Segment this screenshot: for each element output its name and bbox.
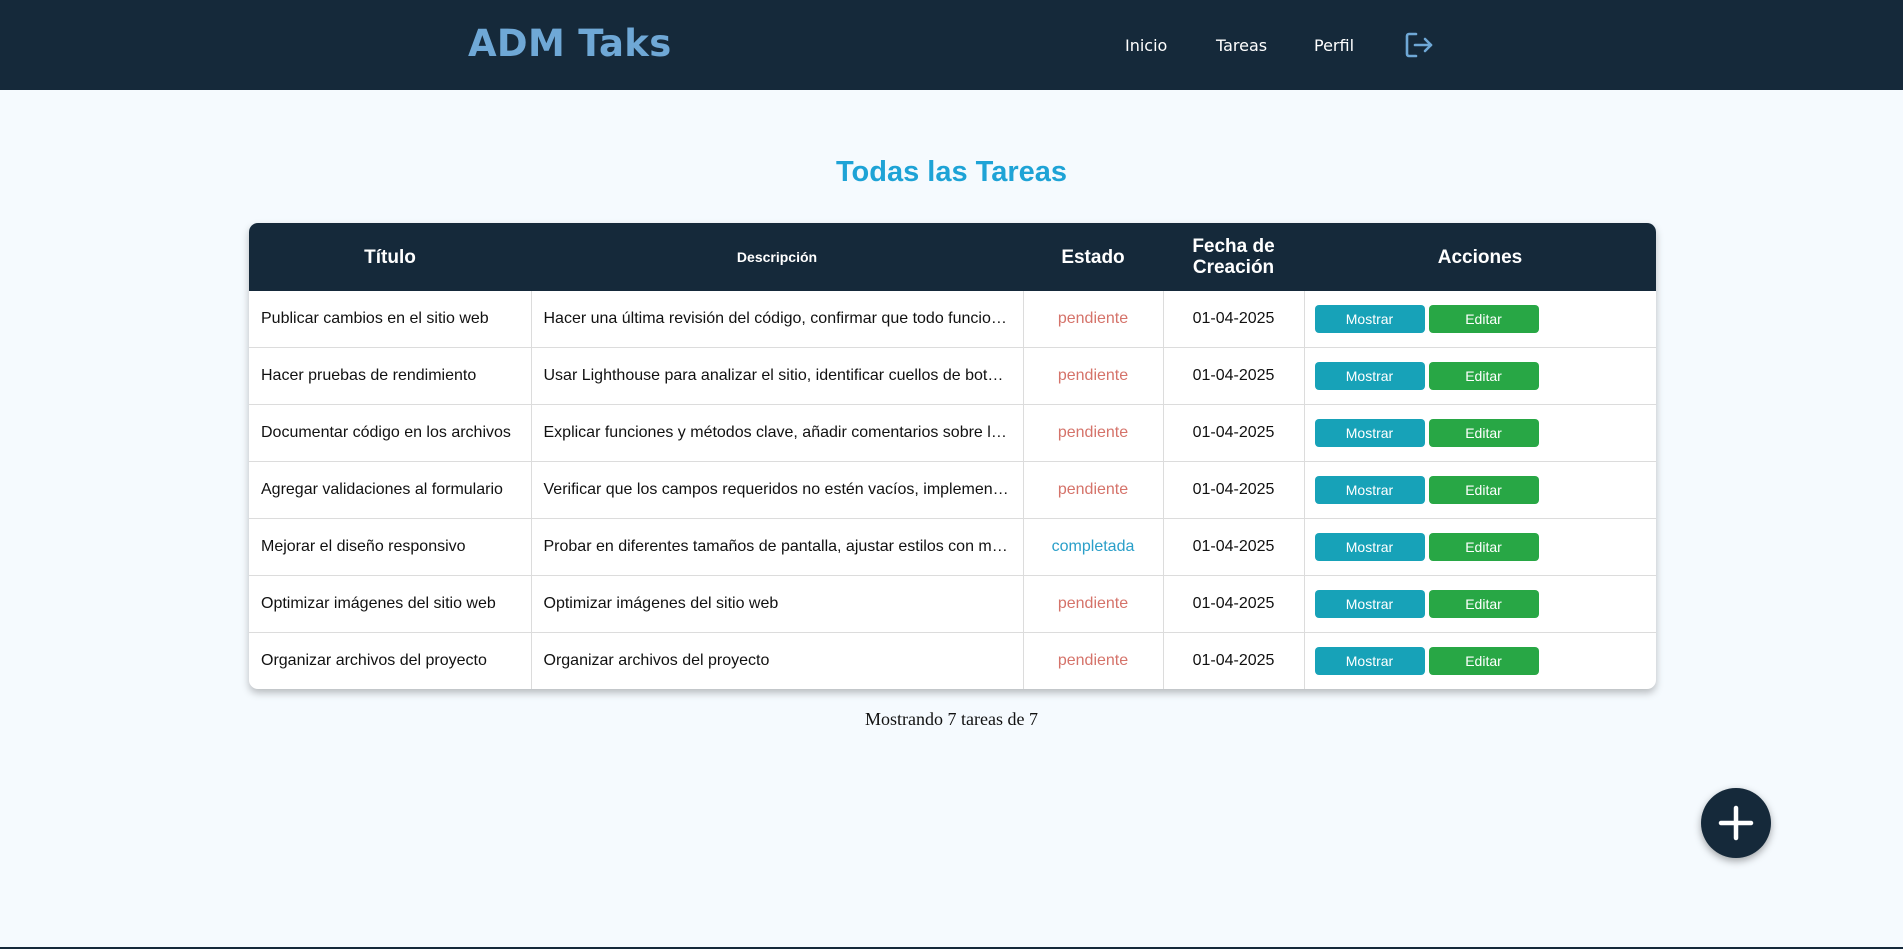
task-status: completada <box>1023 518 1164 576</box>
page-title: Todas las Tareas <box>835 156 1068 188</box>
task-status: pendiente <box>1023 575 1164 633</box>
delete-button[interactable]: Eliminar <box>1542 476 1653 504</box>
task-actions: Mostrar Editar Eliminar <box>1304 518 1656 576</box>
delete-button[interactable]: Eliminar <box>1542 647 1653 675</box>
task-status: pendiente <box>1023 632 1164 689</box>
column-header-titulo: Título <box>249 223 531 291</box>
task-status: pendiente <box>1023 291 1164 348</box>
navbar: ADM Taks Inicio Tareas Perfil <box>0 0 1903 90</box>
column-header-estado: Estado <box>1023 223 1163 291</box>
table-row: Publicar cambios en el sitio web Hacer u… <box>249 291 1656 348</box>
delete-button[interactable]: Eliminar <box>1542 419 1653 447</box>
task-description: Verificar que los campos requeridos no e… <box>531 461 1024 519</box>
show-button[interactable]: Mostrar <box>1314 305 1425 333</box>
edit-button[interactable]: Editar <box>1428 362 1539 390</box>
show-button[interactable]: Mostrar <box>1314 476 1425 504</box>
delete-button[interactable]: Eliminar <box>1542 590 1653 618</box>
show-button[interactable]: Mostrar <box>1314 647 1425 675</box>
table-row: Documentar código en los archivos Explic… <box>249 404 1656 462</box>
task-actions: Mostrar Editar Eliminar <box>1304 461 1656 519</box>
delete-button[interactable]: Eliminar <box>1542 305 1653 333</box>
table-header-row: Título Descripción Estado Fecha de Creac… <box>249 223 1656 291</box>
edit-button[interactable]: Editar <box>1428 590 1539 618</box>
brand-logo[interactable]: ADM Taks <box>468 22 672 65</box>
task-date: 01-04-2025 <box>1163 347 1305 405</box>
task-status: pendiente <box>1023 461 1164 519</box>
task-date: 01-04-2025 <box>1163 404 1305 462</box>
task-description: Probar en diferentes tamaños de pantalla… <box>531 518 1024 576</box>
task-date: 01-04-2025 <box>1163 518 1305 576</box>
table-row: Organizar archivos del proyecto Organiza… <box>249 632 1656 690</box>
task-description: Hacer una última revisión del código, co… <box>531 291 1024 348</box>
table-row: Mejorar el diseño responsivo Probar en d… <box>249 518 1656 576</box>
table-row: Hacer pruebas de rendimiento Usar Lighth… <box>249 347 1656 405</box>
edit-button[interactable]: Editar <box>1428 533 1539 561</box>
task-description: Explicar funciones y métodos clave, añad… <box>531 404 1024 462</box>
show-button[interactable]: Mostrar <box>1314 590 1425 618</box>
tasks-table: Título Descripción Estado Fecha de Creac… <box>249 223 1656 689</box>
task-date: 01-04-2025 <box>1163 632 1305 689</box>
task-date: 01-04-2025 <box>1163 575 1305 633</box>
task-count-text: Mostrando 7 tareas de 7 <box>865 709 1038 729</box>
task-actions: Mostrar Editar Eliminar <box>1304 404 1656 462</box>
nav-link-inicio[interactable]: Inicio <box>1125 36 1167 55</box>
task-title: Publicar cambios en el sitio web <box>249 291 532 348</box>
nav-link-tareas[interactable]: Tareas <box>1216 36 1267 55</box>
task-status: pendiente <box>1023 347 1164 405</box>
task-title: Agregar validaciones al formulario <box>249 461 532 519</box>
task-actions: Mostrar Editar Eliminar <box>1304 633 1656 690</box>
task-title: Documentar código en los archivos <box>249 404 532 462</box>
delete-button[interactable]: Eliminar <box>1542 533 1653 561</box>
task-actions: Mostrar Editar Eliminar <box>1304 291 1656 348</box>
task-status: pendiente <box>1023 404 1164 462</box>
show-button[interactable]: Mostrar <box>1314 362 1425 390</box>
task-date: 01-04-2025 <box>1163 291 1305 348</box>
column-header-fecha: Fecha de Creación <box>1163 223 1304 291</box>
table-row: Agregar validaciones al formulario Verif… <box>249 461 1656 519</box>
show-button[interactable]: Mostrar <box>1314 419 1425 447</box>
add-task-button[interactable] <box>1701 788 1771 858</box>
table-row: Optimizar imágenes del sitio web Optimiz… <box>249 575 1656 633</box>
task-date: 01-04-2025 <box>1163 461 1305 519</box>
task-title: Hacer pruebas de rendimiento <box>249 347 532 405</box>
task-actions: Mostrar Editar Eliminar <box>1304 347 1656 405</box>
edit-button[interactable]: Editar <box>1428 419 1539 447</box>
task-title: Optimizar imágenes del sitio web <box>249 575 532 633</box>
column-header-descripcion: Descripción <box>531 223 1023 291</box>
task-title: Organizar archivos del proyecto <box>249 632 532 689</box>
delete-button[interactable]: Eliminar <box>1542 362 1653 390</box>
task-description: Optimizar imágenes del sitio web <box>531 575 1024 633</box>
edit-button[interactable]: Editar <box>1428 647 1539 675</box>
edit-button[interactable]: Editar <box>1428 305 1539 333</box>
task-description: Organizar archivos del proyecto <box>531 632 1024 689</box>
plus-icon <box>1718 805 1754 841</box>
nav-link-perfil[interactable]: Perfil <box>1314 36 1354 55</box>
task-title: Mejorar el diseño responsivo <box>249 518 532 576</box>
task-description: Usar Lighthouse para analizar el sitio, … <box>531 347 1024 405</box>
edit-button[interactable]: Editar <box>1428 476 1539 504</box>
task-actions: Mostrar Editar Eliminar <box>1304 575 1656 633</box>
logout-icon[interactable] <box>1404 30 1434 60</box>
show-button[interactable]: Mostrar <box>1314 533 1425 561</box>
column-header-acciones: Acciones <box>1304 223 1656 291</box>
